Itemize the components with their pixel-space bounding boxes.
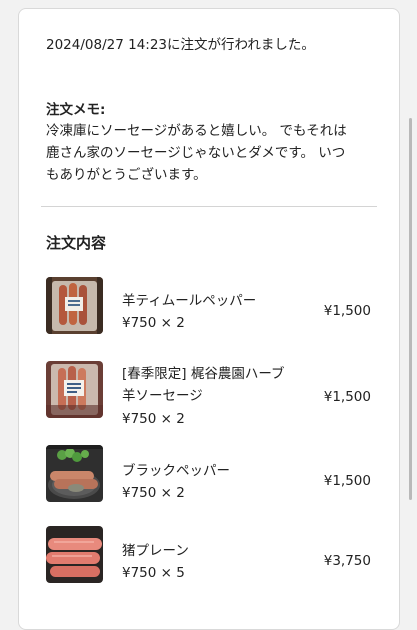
order-detail-card: 2024/08/27 14:23に注文が行われました。 注文メモ: 冷凍庫にソー… <box>18 8 400 630</box>
scrollbar[interactable] <box>409 118 412 500</box>
item-price: ¥1,500 <box>323 303 371 319</box>
item-name: ブラックペッパー <box>122 463 230 479</box>
item-name-line: 羊ソーセージ <box>122 388 203 404</box>
memo-line: 冷凍庫にソーセージがあると嬉しい。 でもそれは <box>46 123 347 139</box>
grilled-sausage-plate-image <box>46 445 103 502</box>
item-price: ¥3,750 <box>323 553 371 569</box>
item-quantity: ¥750 × 2 <box>122 411 185 427</box>
divider <box>41 206 377 207</box>
sausage-pack-image <box>46 361 103 418</box>
item-name: 羊ティムールペッパー <box>122 293 257 309</box>
item-name: [春季限定] 梶谷農園ハーブ 羊ソーセージ <box>122 363 285 407</box>
order-timestamp: 2024/08/27 14:23に注文が行われました。 <box>46 37 315 53</box>
item-quantity: ¥750 × 2 <box>122 485 185 501</box>
item-name: 猪プレーン <box>122 543 189 559</box>
sausage-pack-image <box>46 277 103 334</box>
item-name-line: [春季限定] 梶谷農園ハーブ <box>122 366 285 382</box>
memo-heading: 注文メモ: <box>46 102 106 118</box>
order-items-heading: 注文内容 <box>46 234 107 252</box>
memo-line: もありがとうございます。 <box>46 167 207 183</box>
item-price: ¥1,500 <box>323 389 371 405</box>
memo-line: 鹿さん家のソーセージじゃないとダメです。 いつ <box>46 145 346 161</box>
item-quantity: ¥750 × 5 <box>122 565 185 581</box>
memo-text: 冷凍庫にソーセージがあると嬉しい。 でもそれは 鹿さん家のソーセージじゃないとダ… <box>46 120 376 186</box>
item-price: ¥1,500 <box>323 473 371 489</box>
raw-sausage-image <box>46 526 103 583</box>
item-quantity: ¥750 × 2 <box>122 315 185 331</box>
